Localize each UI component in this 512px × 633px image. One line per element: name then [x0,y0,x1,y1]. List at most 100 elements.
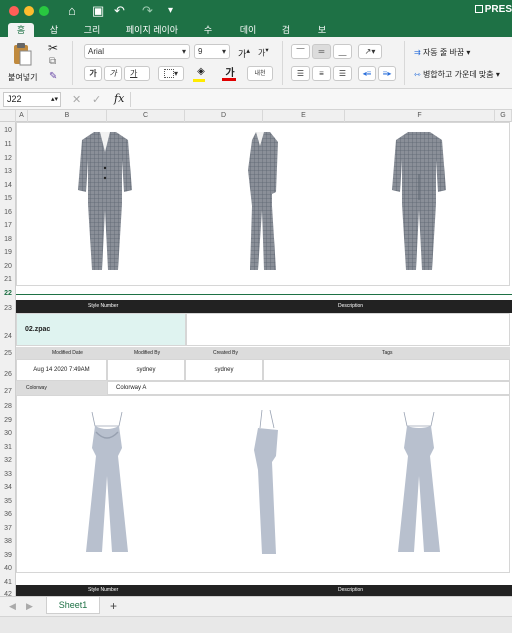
font-size-select[interactable]: 9 ▾ [194,44,230,59]
prev-sheet-icon[interactable]: ◀ [9,601,16,612]
row-header[interactable]: 18 [0,235,16,245]
enter-icon[interactable]: ✓ [92,93,101,106]
italic-button[interactable]: 가 [104,66,122,81]
column-header[interactable]: B [28,110,107,122]
row-header[interactable]: 13 [0,167,16,177]
bold-button[interactable]: 가 [84,66,102,81]
save-icon[interactable]: ▣ [92,3,104,19]
row-header[interactable]: 25 [0,349,16,359]
sheet-tab-sheet1[interactable]: Sheet1 [46,597,100,614]
row-header[interactable]: 33 [0,470,16,480]
style-number-cell[interactable]: 02.zpac [16,313,186,346]
row-header[interactable]: 32 [0,456,16,466]
row-header[interactable]: 16 [0,208,16,218]
align-left-button[interactable]: ☰ [291,66,310,81]
insert-function-icon[interactable]: fx [114,92,124,105]
description-cell[interactable] [186,313,510,346]
customize-toolbar-icon[interactable]: ▾ [168,3,173,19]
copy-icon[interactable]: ⧉ [49,56,56,67]
row-header[interactable]: 12 [0,154,16,164]
font-color-button[interactable]: 가 [220,64,240,81]
tags-cell[interactable] [263,359,510,381]
formula-input[interactable] [130,92,510,107]
row-header[interactable]: 41 [0,578,16,588]
wrap-text-button[interactable]: ⇉ 자동 줄 바꿈 ▾ [414,47,470,58]
colorway-value-cell[interactable]: Colorway A [107,381,510,395]
cancel-icon[interactable]: ✕ [72,93,81,106]
worksheet-grid[interactable]: Style Number Description 02.zpac Modifie… [16,122,512,596]
row-header[interactable]: 24 [0,332,16,342]
decrease-font-button[interactable]: 가▾ [258,46,269,59]
next-sheet-icon[interactable]: ▶ [26,601,33,612]
tab-data[interactable]: 데이터 [230,23,266,49]
align-center-button[interactable]: ≡ [312,66,331,81]
column-header[interactable]: A [16,110,28,122]
underline-button[interactable]: 가 [124,66,150,81]
row-header[interactable]: 36 [0,510,16,520]
decrease-indent-button[interactable]: ◂≡ [358,66,376,81]
row-header[interactable]: 39 [0,551,16,561]
row-header[interactable]: 37 [0,524,16,534]
row-header[interactable]: 26 [0,370,16,380]
row-header[interactable]: 31 [0,443,16,453]
column-header[interactable]: E [263,110,345,122]
tab-page-layout[interactable]: 페이지 레이아웃 [116,23,188,49]
tab-review[interactable]: 검토 [272,23,300,49]
phonetic-guide-button[interactable]: 내천 [247,66,273,81]
add-sheet-button[interactable]: + [110,599,117,613]
column-header[interactable]: G [495,110,512,122]
align-right-button[interactable]: ☰ [333,66,352,81]
zoom-window-button[interactable] [39,6,49,16]
redo-icon[interactable]: ↷ [142,3,153,19]
merge-center-label: 병합하고 가운데 맞춤 [422,70,494,79]
borders-button[interactable]: ▾ [158,66,184,81]
fill-color-button[interactable]: ◈ [190,66,212,82]
row-header[interactable]: 40 [0,564,16,574]
row-header[interactable]: 27 [0,387,16,397]
select-all-corner[interactable] [0,110,16,122]
align-top-button[interactable]: ⎺ [291,44,310,59]
align-middle-button[interactable]: ═ [312,44,331,59]
orientation-button[interactable]: ↗▾ [358,44,382,59]
font-name-select[interactable]: Arial ▾ [84,44,190,59]
row-header[interactable]: 23 [0,304,16,314]
row-header[interactable]: 29 [0,416,16,426]
row-header[interactable]: 35 [0,497,16,507]
align-bottom-button[interactable]: ⎽ [333,44,352,59]
cut-icon[interactable]: ✂ [48,41,58,55]
column-header[interactable]: D [185,110,263,122]
increase-indent-button[interactable]: ≡▸ [378,66,396,81]
modified-by-cell[interactable]: sydney [107,359,185,381]
undo-icon[interactable]: ↶ [114,3,125,19]
row-header-active[interactable]: 22 [0,289,16,299]
row-header[interactable]: 21 [0,275,16,285]
row-header[interactable]: 14 [0,181,16,191]
close-window-button[interactable] [9,6,19,16]
tab-draw[interactable]: 그리기 [74,23,110,49]
tab-formulas[interactable]: 수식 [194,23,222,49]
row-header[interactable]: 10 [0,126,16,136]
paste-button[interactable]: 붙여넣기 [8,42,37,86]
row-header[interactable]: 30 [0,429,16,439]
tab-insert[interactable]: 삽입 [40,23,68,49]
row-header[interactable]: 28 [0,402,16,412]
created-by-cell[interactable]: sydney [185,359,263,381]
merge-center-button[interactable]: ⇿ 병합하고 가운데 맞춤 ▾ [414,69,500,80]
row-header[interactable]: 19 [0,248,16,258]
row-header[interactable]: 15 [0,194,16,204]
format-painter-icon[interactable]: ✎ [49,71,57,82]
tab-view[interactable]: 보기 [308,23,336,49]
minimize-window-button[interactable] [24,6,34,16]
increase-font-button[interactable]: 가▴ [238,46,250,60]
modified-date-cell[interactable]: Aug 14 2020 7:49AM [16,359,107,381]
column-header[interactable]: C [107,110,185,122]
row-header[interactable]: 17 [0,221,16,231]
tab-home[interactable]: 홈 [8,23,34,37]
home-icon[interactable]: ⌂ [68,3,76,19]
row-header[interactable]: 11 [0,140,16,150]
row-header[interactable]: 38 [0,537,16,547]
row-header[interactable]: 20 [0,262,16,272]
column-header[interactable]: F [345,110,495,122]
name-box[interactable]: J22 ▴▾ [3,92,61,107]
row-header[interactable]: 34 [0,483,16,493]
